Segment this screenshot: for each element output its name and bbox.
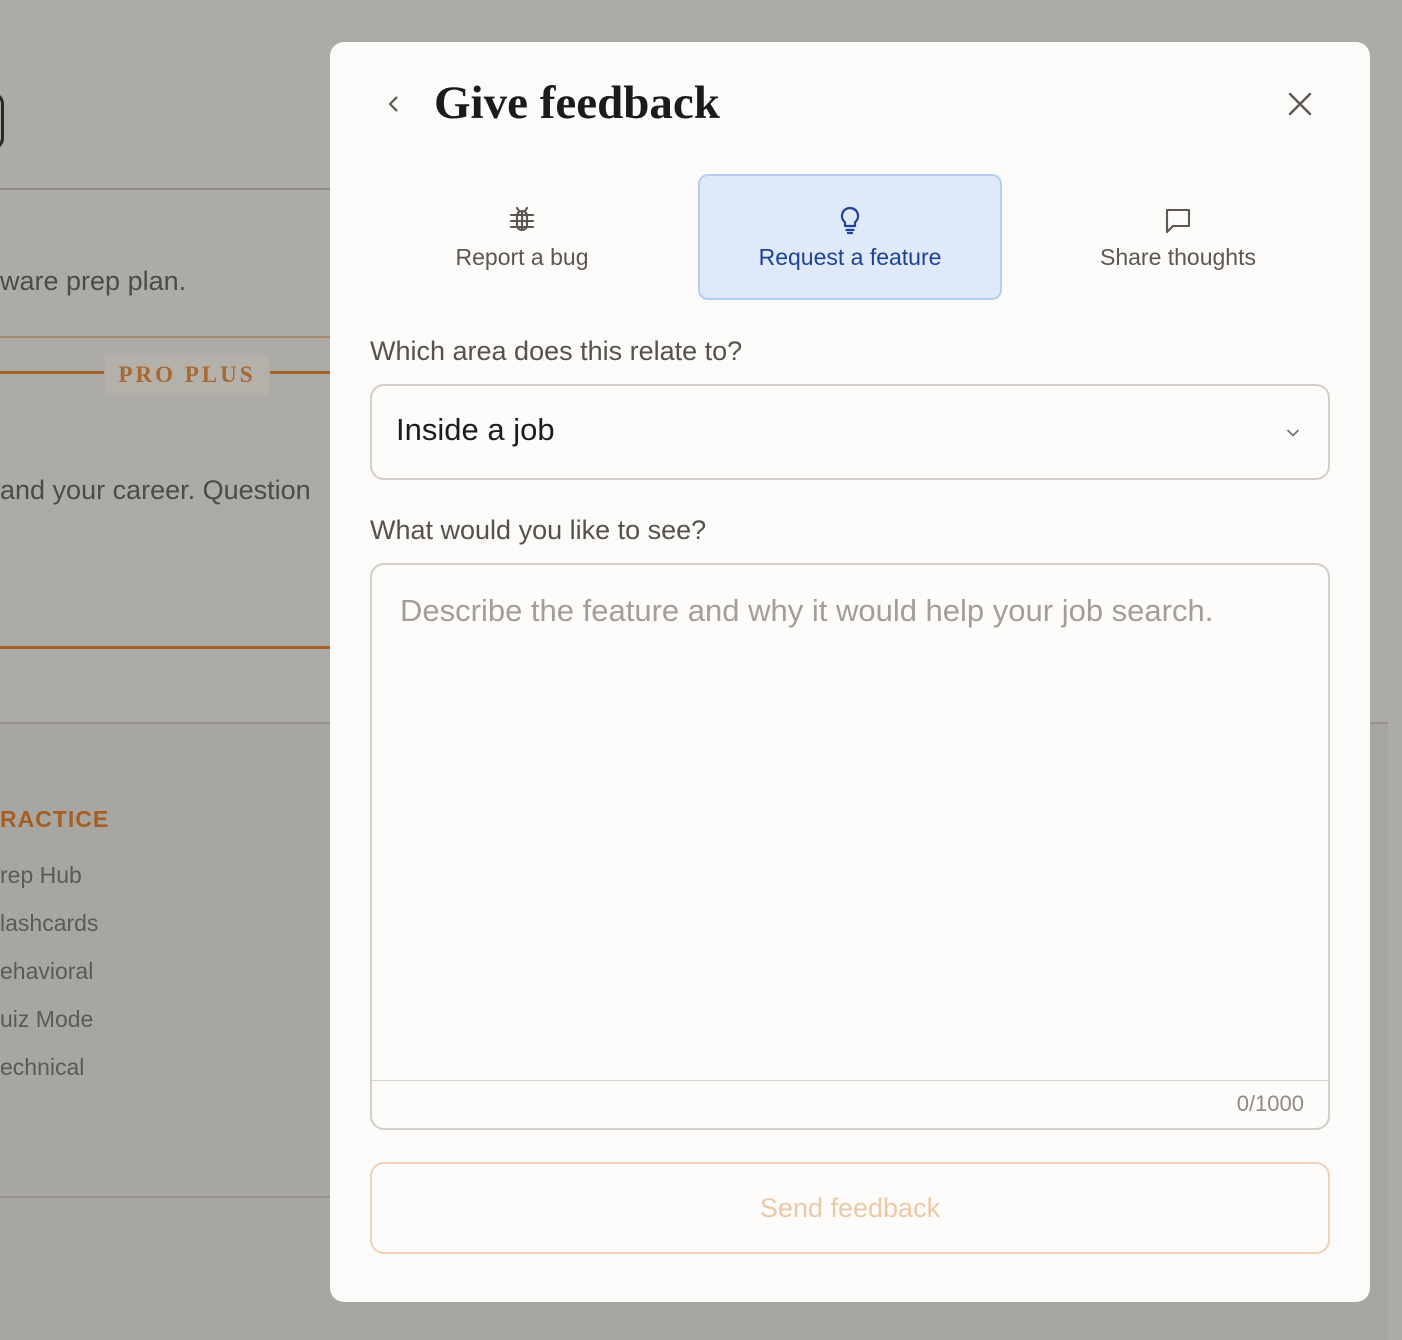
- lightbulb-icon: [834, 204, 866, 236]
- background-link-technical[interactable]: echnical: [0, 1054, 84, 1081]
- tab-share-thoughts[interactable]: Share thoughts: [1026, 174, 1330, 300]
- tab-request-feature[interactable]: Request a feature: [698, 174, 1002, 300]
- tab-report-bug-label: Report a bug: [455, 243, 589, 270]
- background-practice-heading: RACTICE: [0, 806, 110, 832]
- background-link-flashcards[interactable]: lashcards: [0, 910, 98, 937]
- background-card-edge: [0, 92, 4, 150]
- dialog-title: Give feedback: [434, 77, 720, 129]
- close-button[interactable]: [1276, 80, 1324, 128]
- chevron-left-icon: [388, 96, 398, 112]
- background-pro-line-left: [0, 371, 104, 374]
- feedback-type-tabs: Report a bug Request a feature Share tho…: [370, 174, 1330, 300]
- details-textarea-container: 0/1000: [370, 563, 1330, 1130]
- tab-report-bug[interactable]: Report a bug: [370, 174, 674, 300]
- tab-request-feature-label: Request a feature: [758, 243, 942, 270]
- details-label: What would you like to see?: [370, 515, 707, 545]
- background-link-behavioral[interactable]: ehavioral: [0, 958, 93, 985]
- pro-plus-badge: PRO PLUS: [105, 355, 269, 395]
- send-feedback-button[interactable]: Send feedback: [370, 1162, 1330, 1254]
- background-link-quiz-mode[interactable]: uiz Mode: [0, 1006, 93, 1033]
- area-select[interactable]: Inside a job: [370, 384, 1330, 480]
- background-prep-plan-text: ware prep plan.: [0, 266, 187, 296]
- character-counter: 0/1000: [1236, 1091, 1304, 1116]
- background-orange-divider: [0, 336, 330, 338]
- background-career-text: and your career. Question: [0, 475, 311, 505]
- close-icon: [1288, 92, 1312, 116]
- bug-icon: [506, 204, 538, 236]
- background-pro-line-right: [270, 371, 330, 374]
- feedback-dialog: Give feedback Report a bug Request a fea…: [330, 42, 1370, 1302]
- tab-share-thoughts-label: Share thoughts: [1099, 243, 1256, 270]
- back-button[interactable]: [370, 80, 418, 128]
- background-divider: [0, 188, 330, 190]
- background-bottom-divider: [0, 1196, 330, 1198]
- background-orange-underline: [0, 646, 330, 649]
- area-label: Which area does this relate to?: [370, 336, 743, 366]
- background-link-prep-hub[interactable]: rep Hub: [0, 862, 82, 889]
- details-textarea[interactable]: [372, 565, 1328, 1080]
- message-square-icon: [1162, 204, 1194, 236]
- area-selected-value: Inside a job: [396, 412, 555, 447]
- chevron-down-icon: [1287, 429, 1299, 437]
- counter-divider: [372, 1080, 1328, 1081]
